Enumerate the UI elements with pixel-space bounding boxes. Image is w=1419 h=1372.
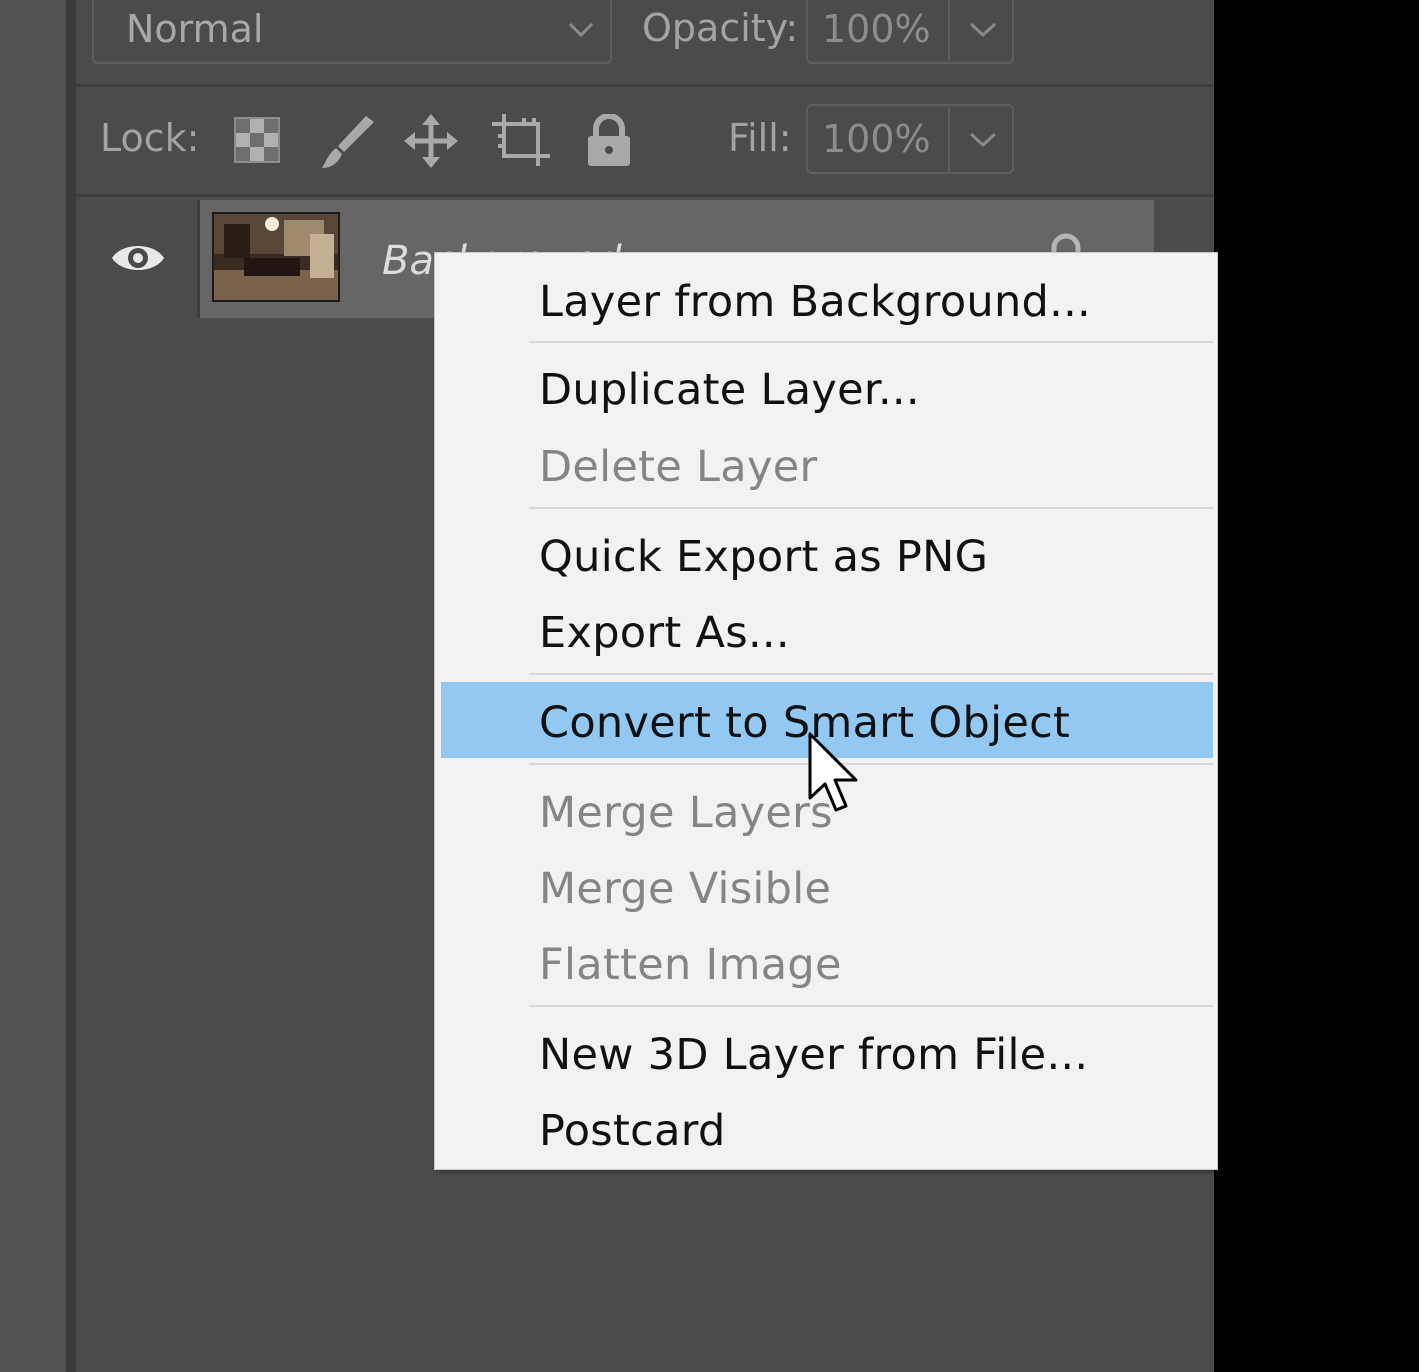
lock-position-icon[interactable] [404,114,458,168]
menu-item-export-as[interactable]: Export As... [539,608,790,658]
menu-item-merge-visible[interactable]: Merge Visible [539,864,831,914]
mouse-cursor-icon [808,732,858,812]
fill-field[interactable]: 100% [806,104,1014,174]
menu-separator [529,507,1213,509]
eye-icon[interactable] [110,238,166,278]
menu-item-merge-layers[interactable]: Merge Layers [539,788,833,838]
fill-label: Fill: [728,116,792,160]
menu-item-delete-layer[interactable]: Delete Layer [539,442,817,492]
panel-divider [66,0,76,1372]
lock-artboard-icon[interactable] [492,114,550,166]
lock-label: Lock: [100,116,200,160]
chevron-down-icon [568,22,594,38]
chevron-down-icon[interactable] [966,14,1000,44]
opacity-field[interactable]: 100% [806,0,1014,64]
left-dock-strip [0,0,66,1372]
opacity-value: 100% [822,7,931,51]
menu-separator [529,1005,1213,1007]
menu-separator [529,341,1213,343]
menu-item-flatten-image[interactable]: Flatten Image [539,940,842,990]
chevron-down-icon[interactable] [966,124,1000,154]
menu-item-layer-from-background[interactable]: Layer from Background... [539,277,1091,327]
row-divider [76,84,1214,87]
menu-item-postcard[interactable]: Postcard [539,1106,726,1156]
lock-transparent-pixels-icon[interactable] [234,117,280,163]
menu-item-duplicate-layer[interactable]: Duplicate Layer... [539,365,920,415]
blend-mode-value: Normal [126,7,264,51]
fill-value: 100% [822,117,931,161]
layer-context-menu: Layer from Background... Duplicate Layer… [434,252,1218,1170]
lock-all-icon[interactable] [586,114,632,166]
row-divider [76,194,1214,197]
menu-item-quick-export-png[interactable]: Quick Export as PNG [539,532,988,582]
menu-item-convert-to-smart-object[interactable]: Convert to Smart Object [539,698,1070,748]
menu-item-new-3d-layer-from-file[interactable]: New 3D Layer from File... [539,1030,1088,1080]
layer-thumbnail [212,212,340,302]
opacity-label: Opacity: [642,6,799,50]
blend-mode-dropdown[interactable]: Normal [92,0,612,64]
menu-separator [529,763,1213,765]
menu-separator [529,673,1213,675]
lock-image-pixels-icon[interactable] [318,112,378,172]
